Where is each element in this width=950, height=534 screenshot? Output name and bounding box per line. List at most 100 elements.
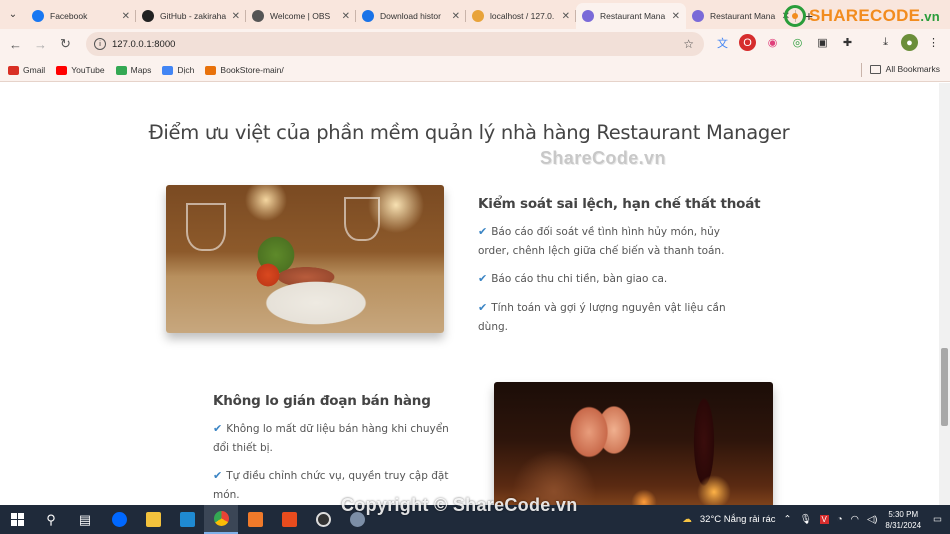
check-icon: ✔ — [478, 225, 488, 238]
tray-chevron-icon[interactable]: ⌃ — [784, 514, 792, 525]
url-text: 127.0.0.1:8000 — [112, 38, 176, 50]
volume-icon[interactable]: ◁) — [867, 514, 877, 525]
address-bar[interactable]: i 127.0.0.1:8000 ☆ — [86, 32, 704, 56]
clock-date: 8/31/2024 — [885, 520, 922, 530]
sharecode-logo: SHARECODE.vn — [783, 5, 940, 27]
file-explorer-icon[interactable] — [136, 505, 170, 534]
scrollbar-thumb[interactable] — [941, 348, 948, 426]
browser-tab[interactable]: Restaurant Mana ✕ — [576, 3, 686, 29]
tab-close-icon[interactable]: ✕ — [342, 11, 350, 22]
start-button[interactable] — [0, 505, 34, 534]
check-icon: ✔ — [213, 469, 223, 482]
tab-close-icon[interactable]: ✕ — [122, 11, 130, 22]
page-scrollbar[interactable] — [939, 83, 950, 505]
downloads-icon[interactable]: ⤓ — [877, 34, 894, 51]
folder-icon — [869, 64, 881, 74]
bookmark-label: Maps — [130, 65, 152, 75]
clock[interactable]: 5:30 PM 8/31/2024 — [885, 509, 921, 531]
system-tray: ☁ 32°C Nắng rải rác ⌃ 🎙 V ◔ ◠ ◁) 5:30 PM… — [682, 505, 950, 534]
tab-title: Facebook — [50, 11, 88, 21]
feature-item: ✔ Tính toán và gợi ý lượng nguyên vật liệ… — [478, 301, 726, 333]
browser-tab[interactable]: Welcome | OBS ✕ — [246, 3, 356, 29]
task-view-icon[interactable]: ▤ — [68, 505, 102, 534]
logo-brand: SHARECODE — [808, 6, 921, 25]
vscode-icon[interactable] — [170, 505, 204, 534]
forward-button[interactable]: → — [28, 32, 53, 57]
whatsapp-extension-icon[interactable]: ◎ — [789, 34, 806, 51]
bookmarks-divider — [861, 63, 862, 77]
page-viewport: Điểm ưu việt của phần mềm quản lý nhà hà… — [0, 83, 950, 505]
bookmark-item[interactable]: YouTube — [56, 65, 105, 75]
zalo-app-icon[interactable] — [102, 505, 136, 534]
maps-icon — [115, 65, 127, 75]
check-icon: ✔ — [478, 301, 488, 314]
xampp-icon[interactable] — [238, 505, 272, 534]
browser-tab[interactable]: localhost / 127.0. ✕ — [466, 3, 576, 29]
browser-toolbar: ← → ↻ i 127.0.0.1:8000 ☆ 文 O ◉ ◎ ▣ ✚ ⤓ ●… — [0, 29, 950, 59]
reload-button[interactable]: ↻ — [53, 32, 78, 57]
browser-tab[interactable]: Download histor ✕ — [356, 3, 466, 29]
bookmark-item[interactable]: Dịch — [162, 65, 194, 75]
microphone-icon[interactable]: 🎙 — [799, 514, 811, 525]
tab-close-icon[interactable]: ✕ — [672, 11, 680, 22]
restaurant-icon — [692, 10, 704, 22]
globe-icon — [252, 10, 264, 22]
browser-menu-icon[interactable]: ⋮ — [925, 34, 942, 51]
facebook-icon — [32, 10, 44, 22]
check-icon: ✔ — [478, 272, 488, 285]
browser-tab[interactable]: Restaurant Mana ✕ — [686, 3, 796, 29]
search-icon[interactable]: ⚲ — [34, 505, 68, 534]
opera-extension-icon[interactable]: O — [739, 34, 756, 51]
tab-close-icon[interactable]: ✕ — [452, 11, 460, 22]
check-icon: ✔ — [213, 422, 223, 435]
back-button[interactable]: ← — [3, 32, 28, 57]
logo-suffix: .vn — [920, 9, 940, 24]
browser-tab[interactable]: Facebook ✕ — [26, 3, 136, 29]
clock-time: 5:30 PM — [888, 509, 919, 519]
bookmark-item[interactable]: Maps — [115, 65, 152, 75]
chrome-taskbar-icon[interactable] — [204, 505, 238, 534]
all-bookmarks-button[interactable]: All Bookmarks — [869, 64, 940, 74]
wifi-icon[interactable]: ◠ — [851, 514, 859, 525]
bookmark-label: BookStore-main/ — [220, 65, 284, 75]
feature-item: ✔ Báo cáo thu chi tiền, bàn giao ca. — [478, 272, 668, 285]
phpmyadmin-icon — [472, 10, 484, 22]
office-icon[interactable] — [272, 505, 306, 534]
vietnamese-input-icon[interactable]: V — [819, 515, 829, 524]
restaurant-icon — [582, 10, 594, 22]
all-bookmarks-label: All Bookmarks — [885, 64, 940, 74]
bookmarks-bar: Gmail YouTube Maps Dịch BookStore-main/ All … — [0, 59, 950, 82]
feature-item: ✔ Không lo mất dữ liệu bán hàng khi chuyể… — [213, 422, 449, 454]
youtube-icon — [56, 65, 68, 75]
windows-logo-icon — [10, 513, 24, 526]
bookstore-icon — [205, 65, 217, 75]
github-icon — [142, 10, 154, 22]
translate-extension-icon[interactable]: 文 — [714, 34, 731, 51]
section-heading: Điểm ưu việt của phần mềm quản lý nhà hà… — [148, 121, 790, 144]
bookmark-item[interactable]: Gmail — [8, 65, 45, 75]
tab-close-icon[interactable]: ✕ — [232, 11, 240, 22]
bookmark-star-icon[interactable]: ☆ — [683, 37, 694, 51]
tab-title: Restaurant Mana — [600, 11, 666, 21]
weather-text[interactable]: 32°C Nắng rải rác — [700, 514, 776, 525]
bookmark-item[interactable]: BookStore-main/ — [205, 65, 284, 75]
notifications-icon[interactable]: ▭ — [933, 514, 942, 525]
tab-close-icon[interactable]: ✕ — [562, 11, 570, 22]
tab-search-button[interactable]: ⌄ — [0, 0, 26, 29]
network-icon[interactable]: ◔ — [837, 514, 843, 525]
sharecode-logo-icon — [783, 5, 806, 27]
gmail-icon — [8, 65, 19, 75]
screenshot-extension-icon[interactable]: ▣ — [814, 34, 831, 51]
feature-title: Không lo gián đoạn bán hàng — [213, 393, 431, 409]
extensions-puzzle-icon[interactable]: ✚ — [839, 34, 856, 51]
profile-avatar[interactable]: ● — [901, 34, 918, 51]
site-info-icon[interactable]: i — [94, 38, 106, 50]
weather-icon[interactable]: ☁ — [682, 514, 692, 525]
color-extension-icon[interactable]: ◉ — [764, 34, 781, 51]
obs-icon[interactable] — [306, 505, 340, 534]
copyright-watermark: Copyright © ShareCode.vn — [341, 495, 578, 515]
wine-toast-photo — [494, 382, 773, 505]
bookmark-label: Dịch — [177, 65, 195, 75]
bookmark-label: Gmail — [23, 65, 46, 75]
browser-tab[interactable]: GitHub - zakiraha ✕ — [136, 3, 246, 29]
